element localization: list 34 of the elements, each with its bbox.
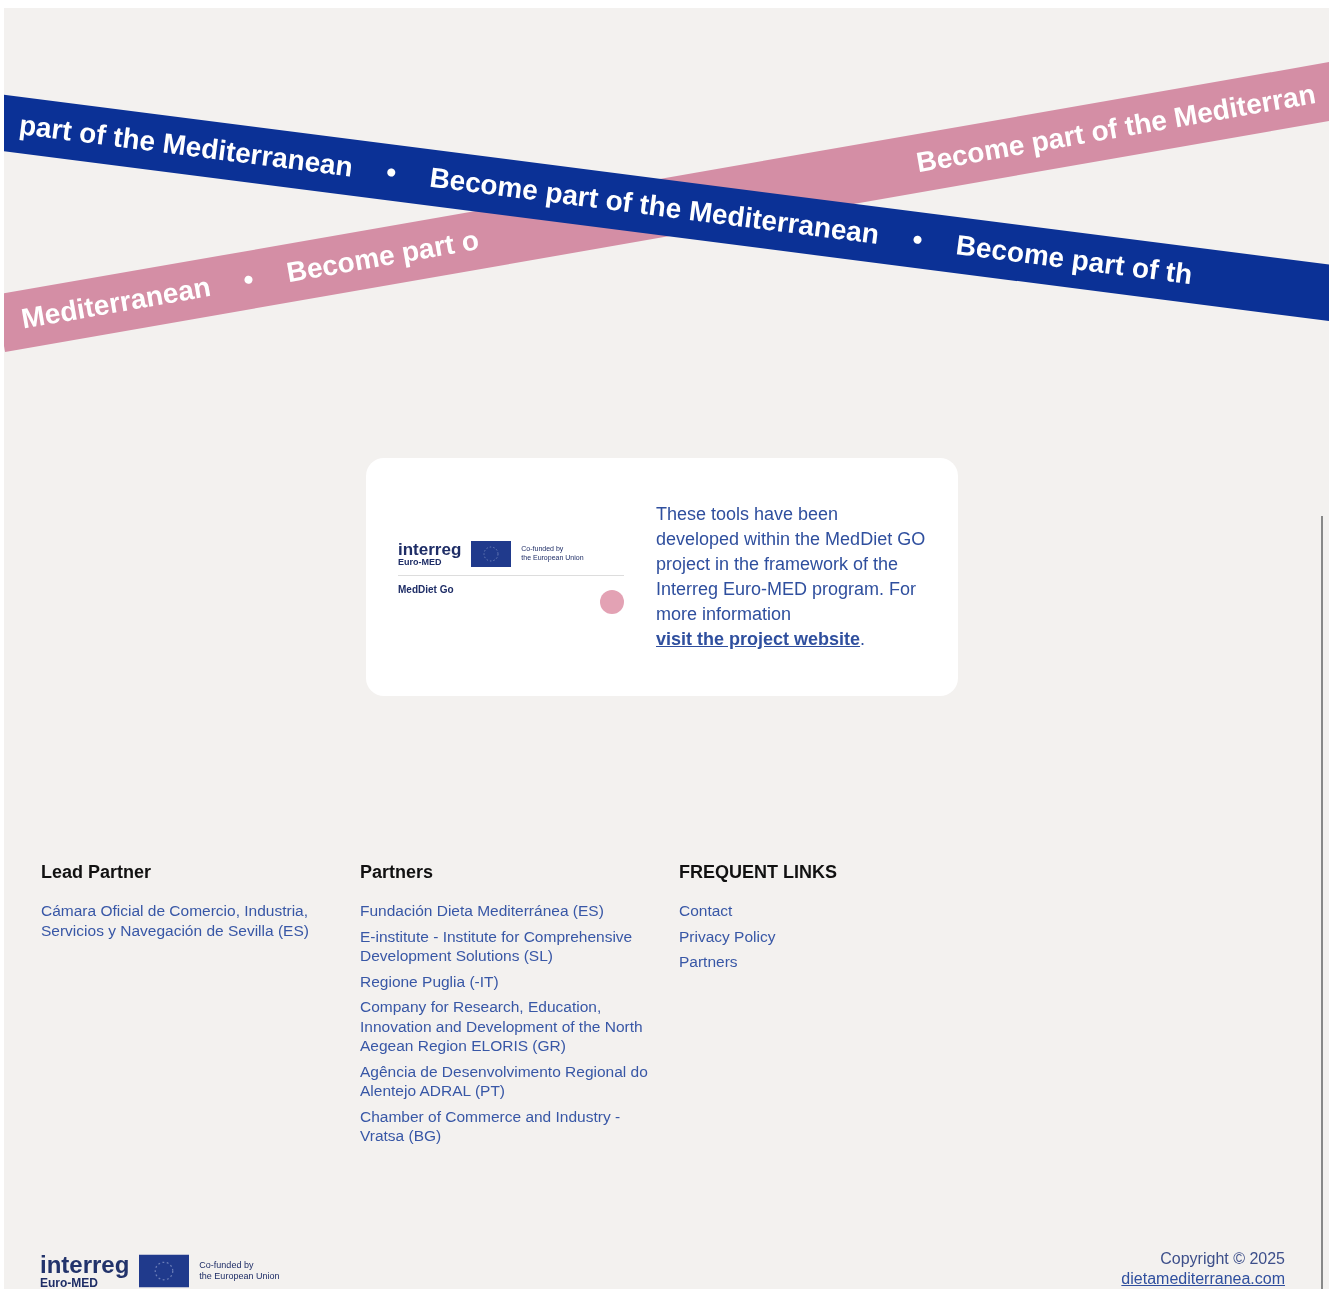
brand-name: interreg [398, 540, 462, 558]
project-name: MedDiet Go [398, 583, 454, 595]
ribbon-text: • [241, 263, 257, 297]
footer-link[interactable]: Regione Puglia (-IT) [360, 971, 650, 991]
funding-text: the European Union [199, 1271, 280, 1282]
footer-link[interactable]: Contact [679, 901, 969, 921]
footer-link[interactable]: Agência de Desenvolvimento Regional do Alentejo ADRAL (PT) [360, 1061, 650, 1101]
footer-link[interactable]: Cámara Oficial de Comercio, Industria, Servicios y Navegación de Sevilla (ES) [41, 901, 331, 940]
brand-subtitle: Euro-MED [398, 557, 442, 567]
brand-subtitle: Euro-MED [40, 1277, 98, 1289]
ribbon-text: part of the Mediterranean [17, 109, 355, 184]
footer-link[interactable]: Privacy Policy [679, 926, 969, 946]
funding-text: Co-funded by [199, 1260, 255, 1271]
info-paragraph: These tools have been developed within the MedDiet GO project in the framework of the Interreg Euro-MED program. For more information visit the project website. [656, 503, 926, 651]
footer-link[interactable]: Fundación Dieta Mediterránea (ES) [360, 901, 650, 921]
column-heading: Partners [360, 862, 435, 883]
column-heading: FREQUENT LINKS [679, 862, 838, 883]
site-link[interactable]: dietamediterranea.com [1121, 1269, 1285, 1289]
footer-link[interactable]: Partners [679, 952, 969, 972]
flag-icon [471, 540, 512, 567]
brand-name: interreg [40, 1253, 130, 1277]
column-heading: Lead Partner [41, 862, 153, 883]
ribbon-text: Become part of the Mediterran [913, 78, 1318, 180]
footer-link[interactable]: Company for Research, Education, Innovation and Development of the North Aegean Region ELORIS (GR) [360, 997, 650, 1056]
ribbon-text: Become part o [284, 224, 482, 290]
circle-icon [600, 589, 624, 614]
ribbon-text: Become part of th [954, 229, 1195, 292]
copyright-text: Copyright © 2025 [1160, 1249, 1285, 1269]
flag-icon [139, 1254, 190, 1288]
ribbon-text: • [384, 156, 399, 190]
ribbon-text: • [910, 223, 925, 257]
footer-link[interactable]: E-institute - Institute for Comprehensive Development Solutions (SL) [360, 926, 650, 966]
footer-link[interactable]: Chamber of Commerce and Industry - Vratsa (BG) [360, 1106, 650, 1146]
project-link[interactable]: visit the project website [656, 629, 861, 649]
